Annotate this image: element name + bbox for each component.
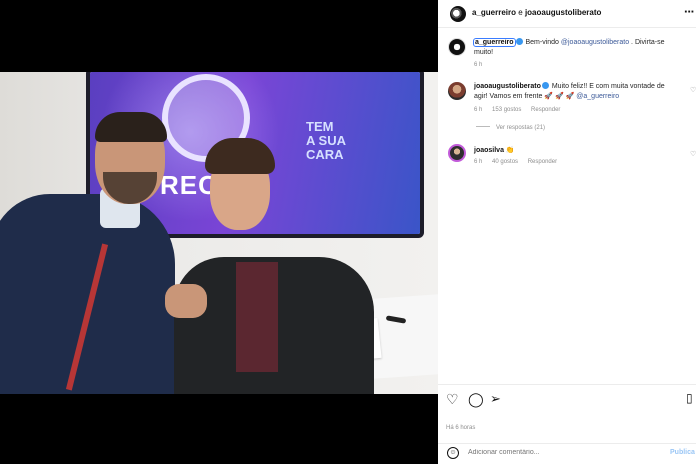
post-media: RECO TEM A SUA CARA bbox=[0, 0, 438, 464]
avatar[interactable] bbox=[448, 82, 466, 100]
emoji-icon[interactable]: ☺ bbox=[447, 447, 459, 459]
verified-icon bbox=[515, 38, 523, 45]
comment-username[interactable]: joaoaugustoliberato bbox=[474, 83, 541, 90]
avatar[interactable] bbox=[448, 38, 466, 56]
post-timestamp: Há 6 horas bbox=[446, 425, 476, 431]
author-link-2[interactable]: joaoaugustoliberato bbox=[525, 8, 601, 17]
comment-likes[interactable]: 153 gostos bbox=[492, 107, 521, 113]
comment-input[interactable] bbox=[468, 449, 638, 456]
publish-button[interactable]: Publica bbox=[670, 449, 695, 456]
view-replies[interactable]: Ver respostas (21) bbox=[476, 125, 545, 131]
reply-button[interactable]: Responder bbox=[528, 159, 557, 165]
post-header: a_guerreiro e joaoaugustoliberato ··· bbox=[438, 0, 696, 28]
bookmark-icon[interactable]: ▯ bbox=[686, 391, 693, 405]
tv-tagline: TEM A SUA CARA bbox=[306, 119, 346, 162]
post-side-panel: a_guerreiro e joaoaugustoliberato ··· a_… bbox=[438, 0, 696, 464]
comment-time: 6 h bbox=[474, 159, 483, 165]
add-comment-bar: ☺ Publica bbox=[438, 443, 696, 464]
comment-likes[interactable]: 40 gostos bbox=[492, 159, 518, 165]
comment-username[interactable]: a_guerreiro bbox=[473, 38, 516, 47]
post-authors: a_guerreiro e joaoaugustoliberato bbox=[472, 8, 602, 17]
comment-time: 6 h bbox=[474, 107, 483, 113]
more-options-icon[interactable]: ··· bbox=[684, 4, 695, 19]
heart-icon[interactable]: ♡ bbox=[446, 391, 459, 408]
author-avatar[interactable] bbox=[450, 6, 466, 22]
like-comment-icon[interactable]: ♡ bbox=[690, 150, 696, 158]
verified-icon bbox=[541, 82, 549, 89]
handshake bbox=[165, 284, 207, 318]
person-left bbox=[0, 194, 175, 394]
mention-link[interactable]: @a_guerreiro bbox=[576, 93, 619, 100]
comment-time: 6 h bbox=[474, 62, 483, 68]
like-comment-icon[interactable]: ♡ bbox=[690, 86, 696, 94]
mention-link[interactable]: @joaoaugustoliberato bbox=[561, 39, 629, 46]
instagram-post-view: RECO TEM A SUA CARA a_guerreiro e joaoau… bbox=[0, 0, 696, 464]
comment-username[interactable]: joaosilva bbox=[474, 147, 504, 154]
share-icon[interactable]: ➢ bbox=[490, 391, 501, 407]
comment-icon[interactable]: ◯ bbox=[468, 391, 484, 408]
author-link-1[interactable]: a_guerreiro bbox=[472, 8, 516, 17]
avatar[interactable] bbox=[448, 144, 466, 162]
reply-button[interactable]: Responder bbox=[531, 107, 560, 113]
post-photo[interactable]: RECO TEM A SUA CARA bbox=[0, 72, 438, 394]
post-actions: ♡ ◯ ➢ ▯ bbox=[438, 384, 696, 412]
